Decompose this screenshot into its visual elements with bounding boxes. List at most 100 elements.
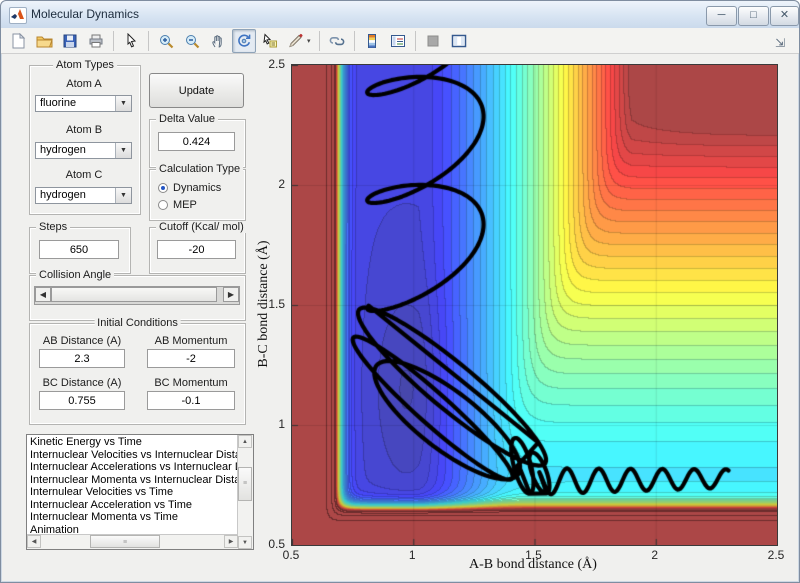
show-plot-tools-button[interactable] — [447, 29, 471, 53]
data-cursor-icon — [262, 32, 278, 49]
list-item[interactable]: Internuclear Accelerations vs Internucle… — [28, 461, 238, 474]
radio-button-icon[interactable] — [158, 183, 168, 193]
minimize-button[interactable]: ─ — [706, 6, 737, 26]
cutoff-field[interactable] — [157, 240, 236, 259]
contour-canvas[interactable] — [292, 65, 777, 545]
scroll-down-icon[interactable]: ▼ — [238, 536, 252, 549]
pan-hand-icon — [210, 33, 226, 49]
legend-icon — [390, 33, 406, 49]
atom-a-label: Atom A — [66, 78, 102, 90]
toolbar-separator — [148, 30, 149, 51]
panel-title: Initial Conditions — [94, 317, 181, 329]
ab-momentum-label: AB Momentum — [154, 335, 228, 347]
new-file-button[interactable] — [6, 29, 30, 53]
panel-title: Delta Value — [156, 113, 219, 125]
plot-type-listbox[interactable]: Kinetic Energy vs Time Internuclear Veloc… — [26, 434, 254, 550]
radio-button-icon[interactable] — [158, 200, 168, 210]
bc-distance-field[interactable] — [39, 391, 125, 410]
y-tick-label: 2 — [278, 177, 285, 191]
bc-momentum-field[interactable] — [147, 391, 235, 410]
toolbar-separator — [113, 30, 114, 51]
radio-dynamics[interactable]: Dynamics — [158, 182, 221, 194]
list-item[interactable]: Kinetic Energy vs Time — [28, 436, 238, 449]
zoom-out-button[interactable] — [180, 29, 204, 53]
colorbar-button[interactable] — [360, 29, 384, 53]
scrollbar-thumb[interactable]: ≡ — [90, 535, 160, 548]
atom-c-value: hydrogen — [40, 189, 86, 201]
delta-value-field[interactable] — [158, 132, 235, 151]
radio-label: Dynamics — [173, 182, 222, 194]
y-tick-label: 1.5 — [268, 297, 285, 311]
zoom-out-icon — [184, 33, 200, 49]
title-bar[interactable]: Molecular Dynamics ─ □ ✕ — [1, 1, 799, 29]
slider-thumb[interactable] — [51, 287, 217, 302]
save-icon — [62, 33, 78, 49]
cursor-button[interactable] — [119, 29, 143, 53]
update-button[interactable]: Update — [149, 73, 244, 108]
vertical-scrollbar[interactable]: ▲ ≡ ▼ — [237, 435, 253, 549]
close-button[interactable]: ✕ — [770, 6, 799, 26]
show-plot-tools-icon — [451, 33, 467, 49]
chevron-down-icon[interactable]: ▼ — [115, 96, 131, 111]
toolbar-separator — [319, 30, 320, 51]
slider-right-arrow-icon[interactable]: ▶ — [223, 287, 239, 302]
bc-distance-label: BC Distance (A) — [42, 377, 122, 389]
list-item[interactable]: Internuclear Velocities vs Internuclear … — [28, 449, 238, 462]
new-file-icon — [10, 32, 26, 49]
legend-button[interactable] — [386, 29, 410, 53]
x-tick-label: 1.5 — [525, 548, 542, 562]
scroll-right-icon[interactable]: ▶ — [224, 535, 238, 548]
list-item[interactable]: Internuclear Acceleration vs Time — [28, 499, 238, 512]
panel-title: Calculation Type — [156, 163, 244, 175]
scroll-up-icon[interactable]: ▲ — [238, 435, 252, 448]
atom-c-select[interactable]: hydrogen ▼ — [35, 187, 132, 204]
chevron-down-icon[interactable]: ▼ — [115, 143, 131, 158]
ab-distance-field[interactable] — [39, 349, 125, 368]
link-plots-button[interactable] — [325, 29, 349, 53]
calculation-type-panel: Calculation Type Dynamics MEP — [149, 163, 246, 221]
dock-figure-icon[interactable]: ⇲ — [775, 37, 785, 49]
list-item[interactable]: Internuclear Momenta vs Internuclear Dis… — [28, 474, 238, 487]
x-tick-label: 0.5 — [282, 548, 300, 562]
list-item[interactable]: Internuclear Momenta vs Time — [28, 511, 238, 524]
horizontal-scrollbar[interactable]: ◀ ≡ ▶ — [27, 534, 238, 549]
ab-distance-label: AB Distance (A) — [42, 335, 122, 347]
radio-mep[interactable]: MEP — [158, 199, 197, 211]
save-button[interactable] — [58, 29, 82, 53]
panel-title: Cutoff (Kcal/ mol) — [156, 221, 247, 233]
panel-title: Steps — [36, 221, 71, 233]
pan-hand-button[interactable] — [206, 29, 230, 53]
window-title: Molecular Dynamics — [31, 7, 140, 21]
ab-momentum-field[interactable] — [147, 349, 235, 368]
maximize-button[interactable]: □ — [738, 6, 769, 26]
panel-title: Atom Types — [53, 59, 117, 71]
brush-dropdown-icon[interactable]: ▾ — [307, 37, 315, 45]
x-tick-label: 1 — [408, 548, 416, 562]
zoom-in-icon — [158, 33, 174, 49]
scroll-left-icon[interactable]: ◀ — [27, 535, 41, 548]
rotate-3d-icon — [236, 33, 252, 49]
steps-field[interactable] — [39, 240, 119, 259]
y-tick-label: 2.5 — [268, 57, 285, 71]
potential-energy-surface-plot[interactable] — [291, 64, 778, 546]
link-plots-icon — [329, 33, 345, 49]
open-file-button[interactable] — [32, 29, 56, 53]
print-button[interactable] — [84, 29, 108, 53]
data-cursor-button[interactable] — [258, 29, 282, 53]
zoom-in-button[interactable] — [154, 29, 178, 53]
figure-toolbar: ▾ — [1, 28, 799, 54]
list-items: Kinetic Energy vs Time Internuclear Veloc… — [28, 436, 238, 535]
panel-title: Collision Angle — [36, 269, 115, 281]
atom-b-select[interactable]: hydrogen ▼ — [35, 142, 132, 159]
list-item[interactable]: Internulear Velocities vs Time — [28, 486, 238, 499]
rotate-3d-button[interactable] — [232, 28, 256, 53]
slider-left-arrow-icon[interactable]: ◀ — [35, 287, 51, 302]
collision-angle-slider[interactable]: ◀ ▶ — [34, 286, 240, 305]
scrollbar-thumb[interactable]: ≡ — [238, 467, 252, 501]
open-file-icon — [36, 33, 53, 49]
atom-a-select[interactable]: fluorine ▼ — [35, 95, 132, 112]
hide-plot-tools-button[interactable] — [421, 29, 445, 53]
chevron-down-icon[interactable]: ▼ — [115, 188, 131, 203]
brush-button[interactable] — [284, 29, 308, 53]
x-tick-label: 2 — [651, 548, 659, 562]
